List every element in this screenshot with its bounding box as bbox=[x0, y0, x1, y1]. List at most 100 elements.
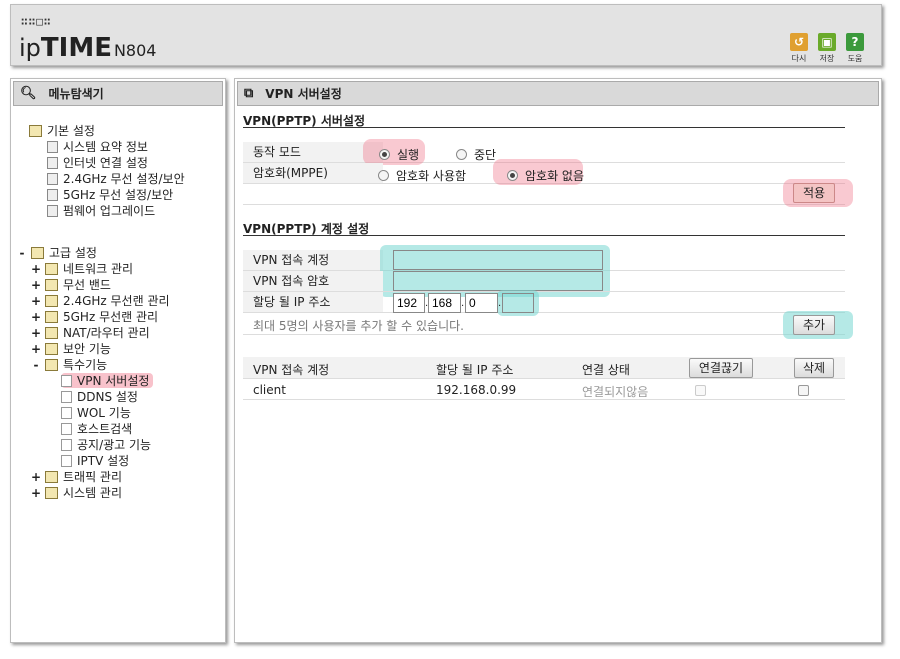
tree-item-host-search[interactable]: 호스트검색 bbox=[61, 421, 132, 436]
tree-label: 인터넷 연결 설정 bbox=[63, 156, 148, 170]
save-button[interactable]: ▣ 저장 bbox=[815, 33, 839, 64]
ip-label: 할당 될 IP 주소 bbox=[243, 292, 383, 312]
expand-toggle[interactable]: + bbox=[31, 342, 41, 356]
section-divider bbox=[243, 235, 845, 236]
cell-status: 연결되지않음 bbox=[582, 385, 649, 399]
ip-octet-4[interactable] bbox=[502, 293, 534, 313]
wifi-icon bbox=[47, 172, 58, 185]
radio-label: 암호화 없음 bbox=[525, 169, 585, 183]
network-icon bbox=[45, 262, 58, 275]
help-button[interactable]: ? 도움 bbox=[843, 33, 867, 64]
tree-item-wol[interactable]: WOL 기능 bbox=[61, 405, 131, 420]
ip-row: 할당 될 IP 주소 bbox=[243, 292, 845, 313]
main-panel: ⧉ VPN 서버설정 VPN(PPTP) 서버설정 동작 모드 실행 중단 암호… bbox=[234, 78, 882, 643]
tree-item-special[interactable]: - 특수기능 bbox=[31, 357, 108, 373]
page-icon bbox=[61, 422, 72, 435]
refresh-button[interactable]: ↺ 다시 bbox=[787, 33, 811, 64]
mode-stop-radio[interactable]: 중단 bbox=[456, 146, 496, 163]
disconnect-button[interactable]: 연결끊기 bbox=[689, 358, 753, 378]
tree-label: NAT/라우터 관리 bbox=[63, 326, 150, 340]
tree-item-system-summary[interactable]: 시스템 요약 정보 bbox=[47, 139, 148, 154]
router-icon bbox=[45, 326, 58, 339]
tree-label: 5GHz 무선 설정/보안 bbox=[63, 188, 174, 202]
disconnect-checkbox[interactable] bbox=[695, 385, 706, 396]
tree-item-iptv[interactable]: IPTV 설정 bbox=[61, 453, 129, 468]
tree-label: 무선 밴드 bbox=[63, 278, 111, 292]
tree-label: 호스트검색 bbox=[77, 422, 133, 436]
tree-item-vpn-server[interactable]: VPN 서버설정 bbox=[61, 373, 154, 388]
help-label: 도움 bbox=[847, 54, 863, 63]
ip-octet-2[interactable] bbox=[428, 293, 461, 313]
ip-octet-3[interactable] bbox=[465, 293, 498, 313]
expand-toggle[interactable]: + bbox=[31, 262, 41, 276]
delete-button[interactable]: 삭제 bbox=[794, 358, 834, 378]
notice-row: 최대 5명의 사용자를 추가 할 수 있습니다. bbox=[243, 313, 845, 335]
tree-label: 시스템 요약 정보 bbox=[63, 140, 148, 154]
expand-toggle[interactable]: + bbox=[31, 278, 41, 292]
add-button[interactable]: 추가 bbox=[793, 315, 835, 335]
radio-dot bbox=[379, 149, 390, 160]
expand-toggle[interactable]: + bbox=[31, 326, 41, 340]
refresh-label: 다시 bbox=[791, 54, 807, 63]
tree-item-internet[interactable]: 인터넷 연결 설정 bbox=[47, 155, 148, 170]
tree-item-wlan5[interactable]: +5GHz 무선랜 관리 bbox=[31, 309, 158, 325]
tree-item-firmware[interactable]: 펌웨어 업그레이드 bbox=[47, 203, 155, 218]
tree-basic-settings[interactable]: 기본 설정 bbox=[29, 123, 95, 138]
encrypt-on-radio[interactable]: 암호화 사용함 bbox=[378, 167, 466, 184]
tree-item-wlan24[interactable]: +2.4GHz 무선랜 관리 bbox=[31, 293, 170, 309]
brand-light: ip bbox=[19, 34, 41, 62]
sidebar-title: 메뉴탐색기 bbox=[48, 87, 104, 101]
tree-item-wireless-band[interactable]: + 무선 밴드 bbox=[31, 277, 111, 293]
vpn-password-input[interactable] bbox=[393, 271, 603, 291]
radio-dot bbox=[507, 170, 518, 181]
ip-dot: . bbox=[461, 298, 465, 309]
apply-row bbox=[243, 184, 845, 205]
tree-item-traffic[interactable]: + 트래픽 관리 bbox=[31, 469, 122, 485]
folder-icon bbox=[29, 124, 42, 137]
expand-toggle[interactable]: + bbox=[31, 486, 41, 500]
encrypt-off-radio[interactable]: 암호화 없음 bbox=[507, 167, 584, 184]
col-ip: 할당 될 IP 주소 bbox=[436, 363, 514, 377]
tree-item-wifi24[interactable]: 2.4GHz 무선 설정/보안 bbox=[47, 171, 185, 186]
tree-item-notice[interactable]: 공지/광고 기능 bbox=[61, 437, 151, 452]
tree-item-ddns[interactable]: DDNS 설정 bbox=[61, 389, 138, 404]
help-icon: ? bbox=[846, 33, 864, 51]
tree-label: 고급 설정 bbox=[49, 246, 97, 260]
expand-toggle[interactable]: + bbox=[31, 294, 41, 308]
upgrade-icon bbox=[47, 204, 58, 217]
collapse-toggle[interactable]: - bbox=[31, 358, 41, 372]
apply-button[interactable]: 적용 bbox=[793, 183, 835, 203]
monitor-icon bbox=[47, 156, 58, 169]
sidebar: 🔍︎ 메뉴탐색기 기본 설정 시스템 요약 정보 인터넷 연결 설정 2.4GH… bbox=[10, 78, 226, 643]
delete-checkbox[interactable] bbox=[798, 385, 809, 396]
page-icon bbox=[61, 406, 72, 419]
radio-dot bbox=[456, 149, 467, 160]
wifi-icon bbox=[45, 294, 58, 307]
top-toolbar: ↺ 다시 ▣ 저장 ? 도움 bbox=[787, 33, 867, 64]
tree-item-wifi5[interactable]: 5GHz 무선 설정/보안 bbox=[47, 187, 173, 202]
cell-ip: 192.168.0.99 bbox=[436, 383, 517, 397]
page-icon bbox=[61, 454, 72, 467]
save-icon: ▣ bbox=[818, 33, 836, 51]
refresh-icon: ↺ bbox=[790, 33, 808, 51]
brand-logo: ipTIME N804 bbox=[19, 33, 156, 63]
mode-run-radio[interactable]: 실행 bbox=[379, 146, 419, 163]
expand-toggle[interactable]: + bbox=[31, 470, 41, 484]
tree-advanced-settings[interactable]: - 고급 설정 bbox=[17, 245, 97, 261]
tree-item-system[interactable]: + 시스템 관리 bbox=[31, 485, 123, 501]
chart-icon bbox=[47, 140, 58, 153]
radio-label: 중단 bbox=[474, 148, 497, 162]
tree-label: 시스템 관리 bbox=[63, 486, 123, 500]
radio-label: 암호화 사용함 bbox=[396, 169, 467, 183]
notice-text: 최대 5명의 사용자를 추가 할 수 있습니다. bbox=[253, 319, 464, 333]
collapse-toggle[interactable]: - bbox=[17, 246, 27, 260]
expand-toggle[interactable]: + bbox=[31, 310, 41, 324]
tree-item-network[interactable]: + 네트워크 관리 bbox=[31, 261, 133, 277]
page-title: VPN 서버설정 bbox=[265, 87, 342, 101]
ip-octet-1[interactable] bbox=[393, 293, 425, 313]
tree-item-security[interactable]: + 보안 기능 bbox=[31, 341, 111, 357]
vpn-account-input[interactable] bbox=[393, 250, 603, 270]
tree-item-nat[interactable]: + NAT/라우터 관리 bbox=[31, 325, 150, 341]
tree-label: WOL 기능 bbox=[77, 406, 131, 420]
tree-label: 특수기능 bbox=[63, 358, 108, 372]
